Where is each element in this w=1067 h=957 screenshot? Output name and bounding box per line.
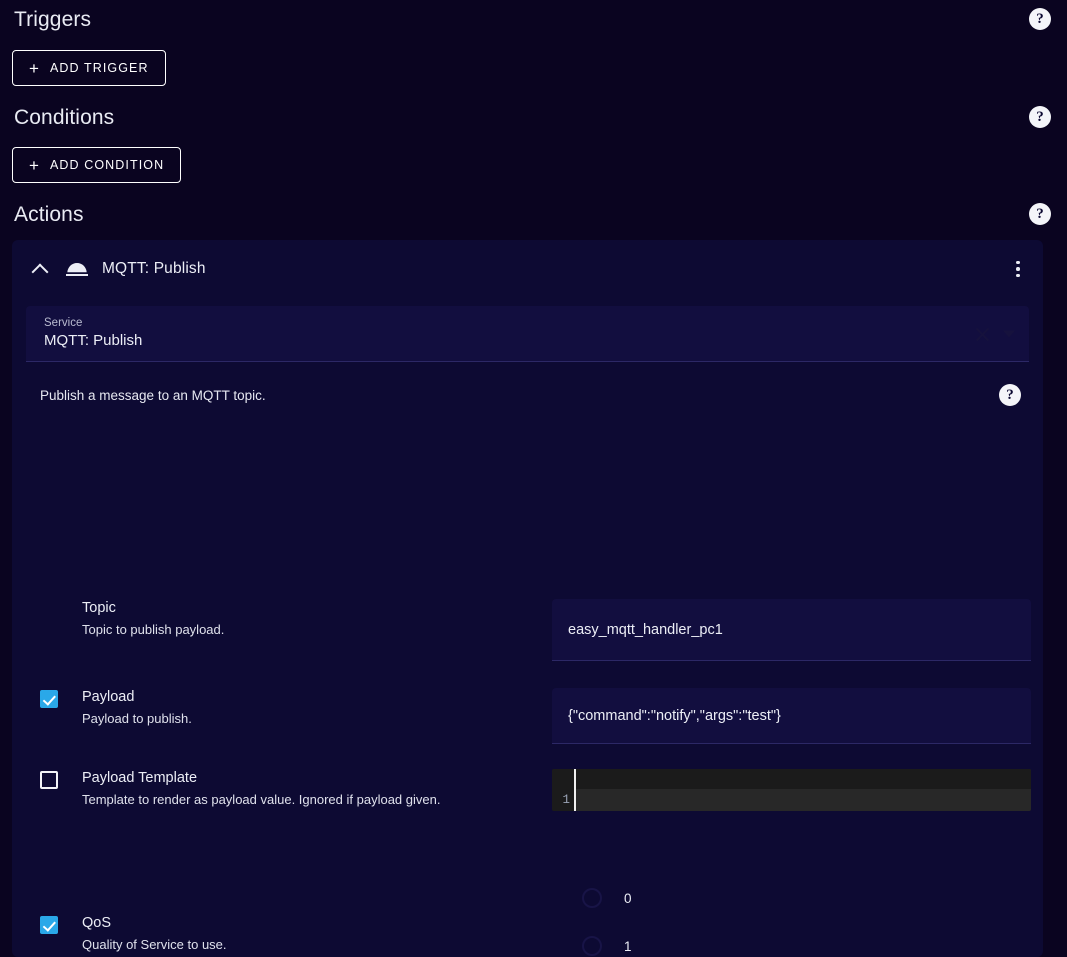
radio-option-qos-1[interactable]: 1 xyxy=(568,922,1031,957)
radio-label-qos-1: 1 xyxy=(624,938,632,954)
field-row-qos: QoS Quality of Service to use. 0 1 2 xyxy=(12,874,1043,957)
field-description-payload-template: Template to render as payload value. Ign… xyxy=(82,791,441,807)
radio-label-qos-0: 0 xyxy=(624,890,632,906)
help-icon-actions[interactable]: ? xyxy=(1029,203,1051,225)
field-row-payload-left: Payload Payload to publish. xyxy=(12,688,552,728)
field-row-qos-text: QoS Quality of Service to use. xyxy=(82,914,227,954)
action-card-header: MQTT: Publish xyxy=(12,240,1043,298)
checkbox-qos[interactable] xyxy=(40,916,58,934)
field-row-payload-template-right: 1 xyxy=(552,769,1043,811)
payload-template-code-editor[interactable]: 1 xyxy=(552,769,1031,811)
field-row-topic-right xyxy=(552,599,1043,661)
field-row-topic-text: Topic Topic to publish payload. xyxy=(82,599,224,639)
field-row-qos-left: QoS Quality of Service to use. xyxy=(12,914,568,954)
radio-option-qos-0[interactable]: 0 xyxy=(568,874,1031,922)
triggers-title: Triggers xyxy=(14,7,92,31)
conditions-section-header: Conditions ? xyxy=(0,106,1067,128)
field-row-payload-template-left: Payload Template Template to render as p… xyxy=(12,769,552,809)
field-description-qos: Quality of Service to use. xyxy=(82,936,227,952)
action-card-title: MQTT: Publish xyxy=(102,260,206,277)
field-description-topic: Topic to publish payload. xyxy=(82,621,225,637)
field-row-topic: Topic Topic to publish payload. xyxy=(12,599,1043,661)
plus-icon: + xyxy=(29,58,39,78)
field-label-payload: Payload xyxy=(82,689,135,705)
add-trigger-button[interactable]: + ADD TRIGGER xyxy=(12,50,166,86)
service-field-value: MQTT: Publish xyxy=(44,331,143,349)
plus-icon: + xyxy=(29,155,39,175)
service-field-actions xyxy=(974,325,1015,342)
field-row-payload-template: Payload Template Template to render as p… xyxy=(12,769,1043,811)
service-dome-icon xyxy=(64,257,90,281)
radio-ring-icon xyxy=(582,888,602,908)
help-icon-triggers[interactable]: ? xyxy=(1029,8,1051,30)
field-row-payload-right xyxy=(552,688,1043,744)
radio-ring-icon xyxy=(582,936,602,956)
code-line-number: 1 xyxy=(552,769,574,811)
add-trigger-label: ADD TRIGGER xyxy=(49,61,149,75)
field-label-qos: QoS xyxy=(82,915,112,931)
checkbox-payload[interactable] xyxy=(40,690,58,708)
clear-icon[interactable] xyxy=(974,325,991,342)
qos-radio-group: 0 1 2 xyxy=(568,874,1043,957)
overflow-menu-icon[interactable] xyxy=(1007,257,1029,281)
topic-input[interactable] xyxy=(552,599,1031,661)
actions-title: Actions xyxy=(14,202,84,226)
checkbox-payload-template[interactable] xyxy=(40,771,58,789)
add-condition-button[interactable]: + ADD CONDITION xyxy=(12,147,182,183)
mqtt-publish-action-card: MQTT: Publish Service MQTT: Publish Publ… xyxy=(12,240,1043,957)
field-description-payload: Payload to publish. xyxy=(82,710,192,726)
field-row-payload-text: Payload Payload to publish. xyxy=(82,688,192,728)
service-description: Publish a message to an MQTT topic. xyxy=(40,387,266,403)
field-label-topic: Topic xyxy=(82,600,116,616)
triggers-section-header: Triggers ? xyxy=(0,8,1067,30)
field-label-payload-template: Payload Template xyxy=(82,770,198,786)
field-row-topic-left: Topic Topic to publish payload. xyxy=(12,599,552,639)
code-content[interactable] xyxy=(575,769,1031,811)
chevron-up-icon[interactable] xyxy=(30,259,50,279)
payload-input[interactable] xyxy=(552,688,1031,744)
add-condition-label: ADD CONDITION xyxy=(49,158,165,172)
service-picker-field[interactable]: Service MQTT: Publish xyxy=(26,306,1029,362)
conditions-title: Conditions xyxy=(14,105,115,129)
service-description-row: Publish a message to an MQTT topic. ? xyxy=(40,384,1021,406)
chevron-down-icon[interactable] xyxy=(1003,330,1015,337)
field-row-payload: Payload Payload to publish. xyxy=(12,688,1043,744)
field-row-payload-template-text: Payload Template Template to render as p… xyxy=(82,769,440,809)
help-icon-service-description[interactable]: ? xyxy=(999,384,1021,406)
service-field-label: Service xyxy=(44,316,83,329)
help-icon-conditions[interactable]: ? xyxy=(1029,106,1051,128)
actions-section-header: Actions ? xyxy=(0,203,1067,225)
